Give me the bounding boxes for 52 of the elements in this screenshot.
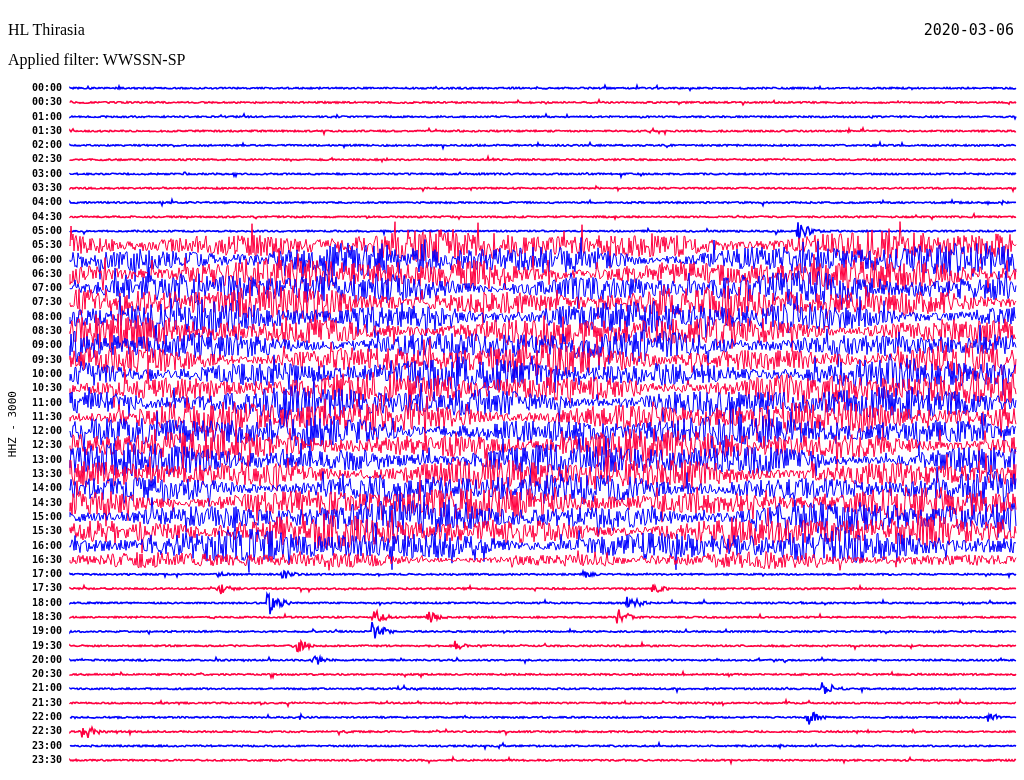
station-title: HL Thirasia [8,20,85,40]
time-label: 13:00 [31,452,62,467]
time-label: 02:00 [31,138,62,153]
time-label: 09:00 [31,338,62,353]
time-label: 07:00 [31,281,62,296]
time-label: 17:00 [31,567,62,582]
time-label: 19:30 [31,638,62,653]
time-label: 20:30 [31,667,62,682]
time-label: 21:30 [31,695,62,710]
time-label: 15:30 [31,524,62,539]
time-label: 18:30 [31,610,62,624]
time-label: 20:00 [31,652,62,667]
time-label: 11:00 [31,395,62,410]
time-label: 16:30 [31,552,62,567]
channel-label: HHZ - 3000 [5,390,19,458]
time-label: 10:00 [31,366,62,381]
time-label: 23:00 [31,738,62,753]
time-label: 14:00 [31,481,62,496]
time-label: 10:30 [31,381,62,396]
filter-label: Applied filter: WWSSN-SP [8,50,187,70]
time-label: 00:00 [31,81,62,95]
time-label: 09:30 [31,352,62,367]
time-label: 01:00 [31,109,62,124]
time-label: 01:30 [31,123,62,138]
time-label: 22:30 [31,724,62,739]
time-label: 23:30 [31,752,62,767]
time-label: 04:30 [31,209,62,224]
time-label: 07:30 [31,295,62,310]
time-label: 16:00 [31,538,62,553]
time-label: 08:00 [31,309,62,324]
time-label: 05:00 [31,223,62,238]
time-label: 08:30 [31,324,62,339]
time-label: 12:00 [31,424,62,439]
time-label: 18:00 [31,595,62,610]
time-label: 11:30 [31,409,62,424]
time-label: 21:00 [31,681,62,696]
time-label: 02:30 [31,152,62,167]
time-label: 15:00 [31,509,62,524]
time-label: 00:30 [31,95,62,110]
time-label: 17:30 [31,581,62,596]
time-label: 06:00 [31,252,62,267]
time-label: 22:00 [31,710,62,725]
time-label: 03:00 [31,166,62,181]
time-label: 13:30 [31,467,62,481]
time-label: 05:30 [31,238,62,253]
time-label: 03:30 [31,181,62,196]
time-label: 12:30 [31,438,62,453]
time-label: 04:00 [31,195,62,210]
time-label: 19:00 [31,624,62,639]
time-label: 06:30 [31,266,62,281]
date-label: 2020-03-06 [923,20,1014,40]
time-label: 14:30 [31,495,62,510]
